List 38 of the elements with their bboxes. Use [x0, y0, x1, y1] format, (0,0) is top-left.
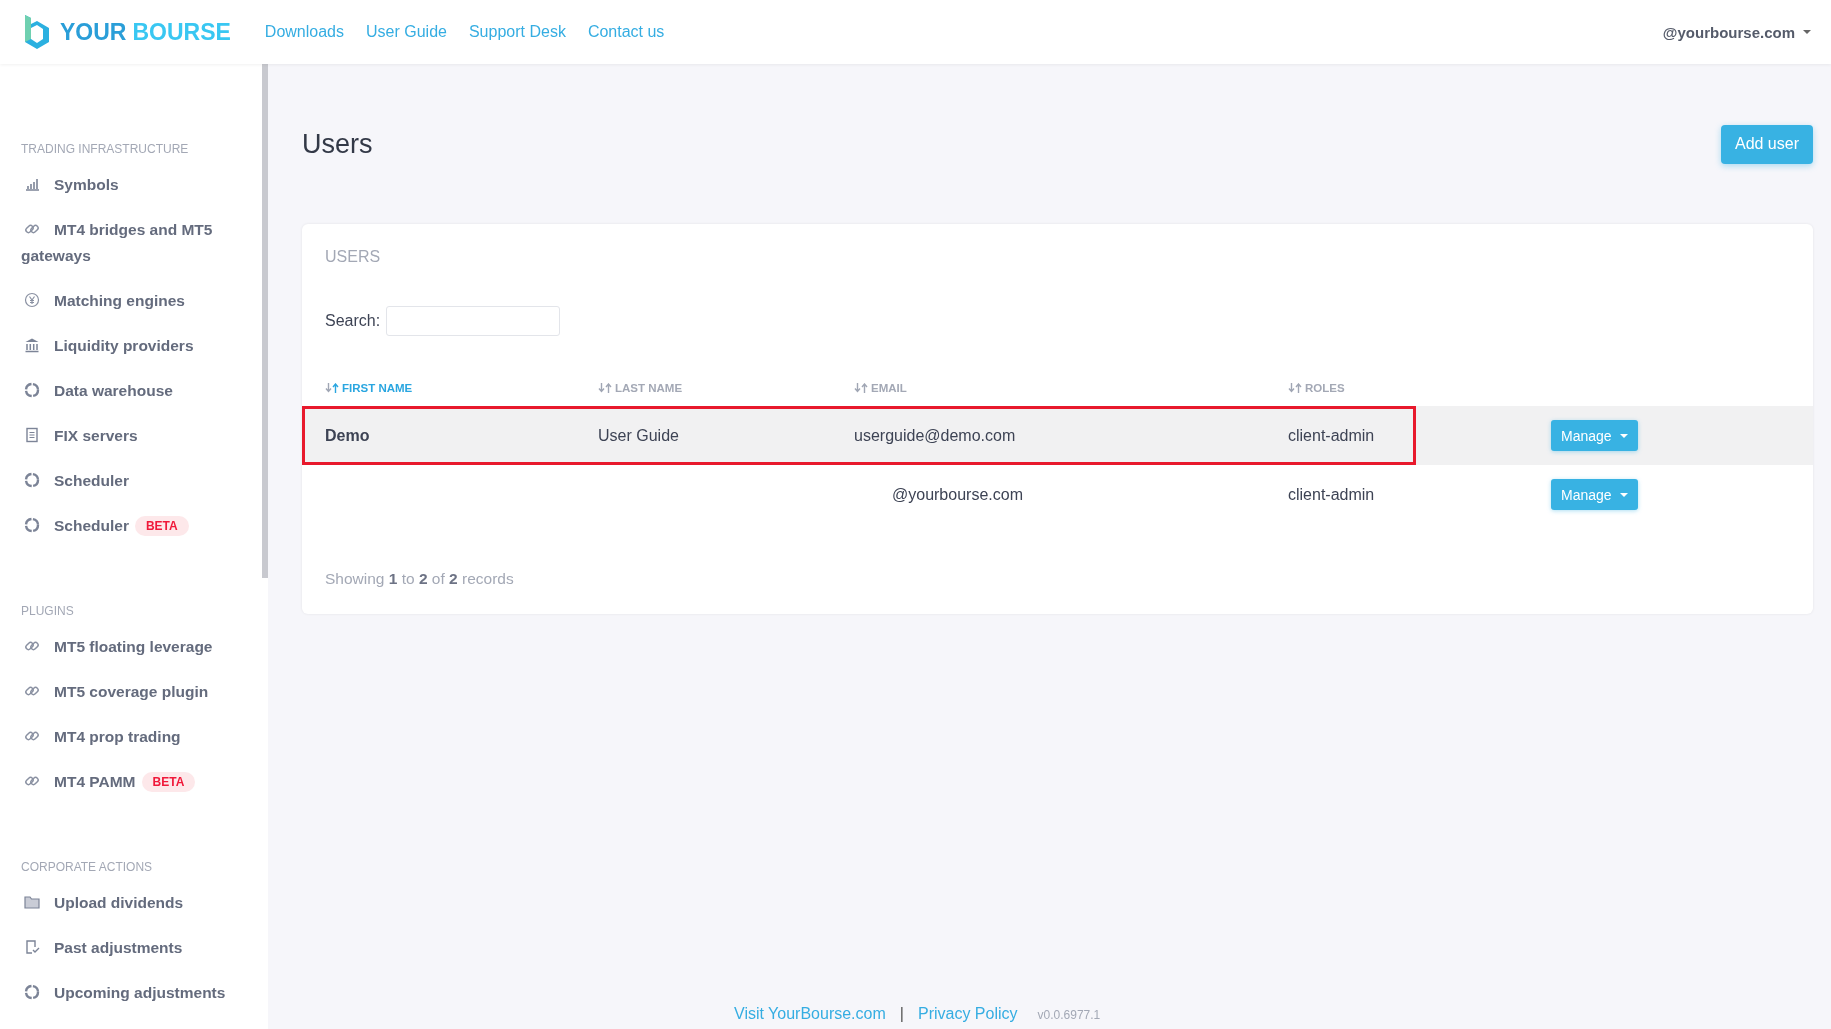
table-cell: userguide@demo.com	[854, 426, 1016, 444]
table-cell: User Guide	[598, 426, 679, 444]
sidebar-item[interactable]: Symbols	[21, 166, 248, 211]
sidebar-item[interactable]: FIX servers	[21, 417, 248, 462]
sidebar-item[interactable]: Upcoming adjustments	[21, 974, 248, 1019]
sidebar-item[interactable]: MT4 bridges and MT5 gateways	[21, 211, 248, 282]
table-row[interactable]: @yourbourse.com client-admin Manage	[302, 465, 1813, 524]
logo-text: YOUR	[60, 18, 127, 46]
search-label: Search:	[325, 312, 381, 330]
table-cell: @yourbourse.com	[892, 485, 1023, 503]
table-cell: client-admin	[1288, 485, 1375, 503]
sidebar-item[interactable]: MT4 PAMM BETA	[21, 763, 248, 808]
sidebar-item[interactable]: MT4 prop trading	[21, 718, 248, 763]
sidebar-item[interactable]: Upload dividends	[21, 884, 248, 929]
page-title: Users	[302, 128, 373, 160]
account-menu[interactable]: @yourbourse.com	[1662, 23, 1811, 41]
table-cell: Demo	[325, 426, 370, 444]
version-text: v0.0.6977.1	[1037, 1008, 1101, 1022]
table-cell: client-admin	[1288, 426, 1375, 444]
sidebar-item[interactable]: Data warehouse	[21, 372, 248, 417]
section-title: TRADING INFRASTRUCTURE	[21, 142, 190, 158]
sidebar-item[interactable]: Scheduler	[21, 462, 248, 507]
records-summary: Showing 1 to 2 of 2 records	[324, 570, 515, 588]
sidebar-item[interactable]: Matching engines	[21, 282, 248, 327]
table-row[interactable]: Demo User Guide userguide@demo.com client-admin Manage	[302, 406, 1813, 465]
separator: |	[899, 1005, 904, 1023]
sidebar-item[interactable]: Liquidity providers	[21, 327, 248, 372]
section-title: CORPORATE ACTIONS	[21, 860, 154, 876]
card-title: USERS	[324, 248, 382, 266]
column-header[interactable]: FIRST NAME	[325, 382, 413, 394]
sidebar-item[interactable]: MT5 floating leverage	[21, 628, 248, 673]
beta-badge: BETA	[134, 516, 189, 536]
sidebar-item[interactable]: MT5 coverage plugin	[21, 673, 248, 718]
sidebar-item[interactable]: Past adjustments	[21, 929, 248, 974]
section-title: PLUGINS	[21, 604, 75, 620]
logo-text: BOURSE	[132, 18, 231, 46]
sidebar-item[interactable]: Scheduler BETA	[21, 507, 248, 552]
beta-badge: BETA	[141, 772, 196, 792]
